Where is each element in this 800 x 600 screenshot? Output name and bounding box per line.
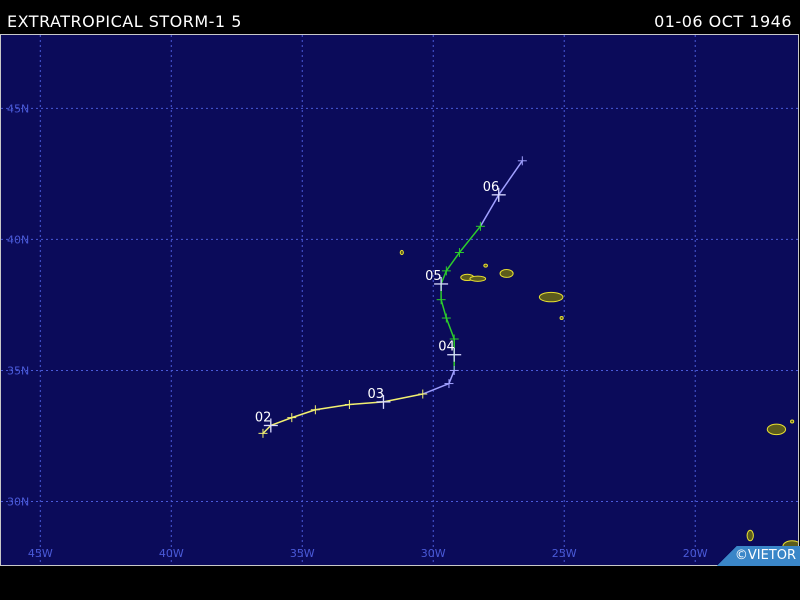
day-label: 05 — [425, 269, 442, 284]
credit-badge: ©VIETOR — [716, 546, 800, 566]
track-segment — [383, 393, 423, 403]
longitude-label: 45W — [28, 547, 53, 560]
labels-layer: 45W 40W 35W 30W 25W 20W 45N 40N 35N 30N 02 03 04 05 06 — [7, 102, 708, 560]
track-point — [418, 389, 428, 399]
bottom-bar — [0, 566, 800, 600]
day-label: 03 — [367, 387, 384, 402]
track-point — [441, 313, 451, 323]
track-segment — [498, 160, 523, 196]
island-sao-miguel — [538, 291, 564, 303]
map-canvas: 45W 40W 35W 30W 25W 20W 45N 40N 35N 30N 02 03 04 05 06 — [1, 35, 798, 565]
day-label: 06 — [483, 180, 500, 195]
track-point — [517, 156, 527, 166]
track-point — [444, 379, 454, 389]
track-segment — [479, 194, 500, 227]
grid-lines — [1, 35, 798, 565]
longitude-label: 30W — [421, 547, 446, 560]
storm-dates: 01-06 OCT 1946 — [654, 12, 792, 31]
track-segment — [270, 416, 293, 427]
track-segment — [262, 424, 272, 434]
track-point — [449, 365, 459, 375]
longitude-label: 20W — [683, 547, 708, 560]
island-santa-maria — [559, 316, 564, 321]
track-segment — [440, 270, 448, 285]
longitude-label: 25W — [552, 547, 577, 560]
land-layer — [399, 249, 798, 552]
storm-track — [258, 156, 527, 438]
island-pico — [469, 275, 487, 282]
track-segment — [291, 409, 316, 419]
track-segment — [445, 317, 455, 340]
latitude-label: 30N — [7, 495, 29, 508]
day-label: 02 — [255, 410, 272, 425]
title-bar: EXTRATROPICAL STORM-1 5 01-06 OCT 1946 — [0, 0, 800, 34]
latitude-label: 35N — [7, 364, 29, 377]
track-segment — [448, 370, 455, 384]
island-la-palma — [746, 529, 754, 542]
storm-title: EXTRATROPICAL STORM-1 5 — [7, 12, 242, 31]
island-porto-santo — [790, 419, 795, 424]
latitude-label: 45N — [7, 102, 29, 115]
track-point — [436, 295, 446, 305]
island-terceira — [499, 269, 514, 278]
longitude-label: 40W — [159, 547, 184, 560]
track-segment — [445, 252, 461, 272]
island-graciosa — [483, 263, 488, 268]
island-madeira — [766, 423, 787, 436]
track-segment — [315, 403, 350, 411]
track-point — [344, 400, 354, 410]
storm-track-map[interactable]: 45W 40W 35W 30W 25W 20W 45N 40N 35N 30N 02 03 04 05 06 — [0, 34, 799, 566]
track-point — [310, 405, 320, 415]
island-flores — [399, 249, 404, 256]
longitude-label: 35W — [290, 547, 315, 560]
track-segment — [422, 382, 450, 395]
track-segment — [440, 299, 448, 319]
track-point — [287, 413, 297, 423]
latitude-label: 40N — [7, 233, 29, 246]
day-label: 04 — [438, 340, 455, 355]
